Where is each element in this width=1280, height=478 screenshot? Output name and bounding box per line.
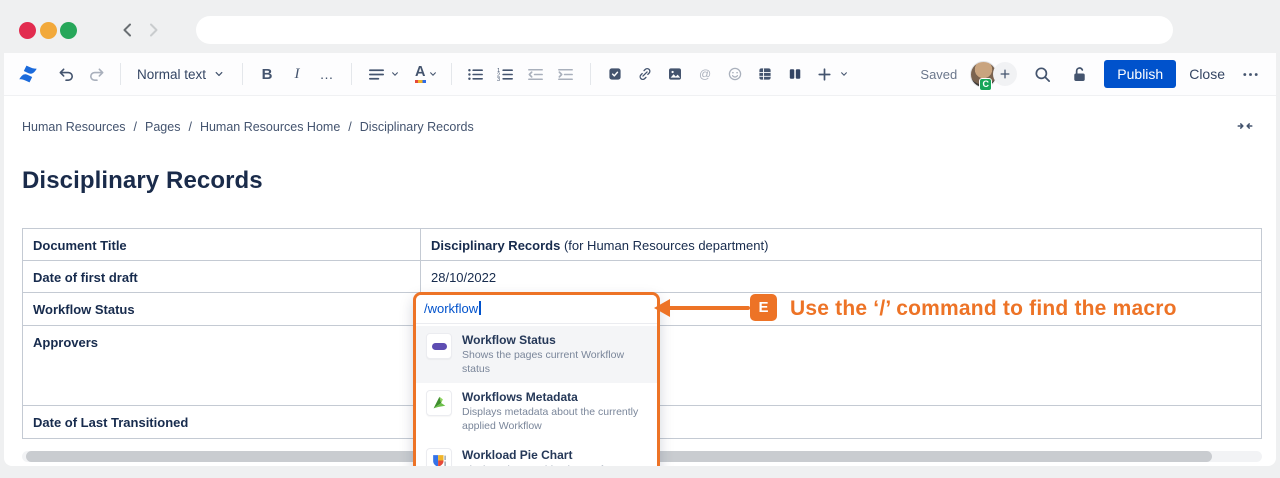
text-style-select[interactable]: Normal text bbox=[133, 64, 230, 85]
browser-chrome bbox=[0, 0, 1280, 53]
align-left-icon bbox=[364, 62, 388, 86]
confluence-editor-window: Normal text B I … A bbox=[4, 53, 1276, 466]
breadcrumb-separator: / bbox=[348, 120, 351, 134]
outdent-icon[interactable] bbox=[524, 62, 548, 86]
macro-menu-item-workload-pie-chart[interactable]: Workload Pie Chart Displays the matching… bbox=[416, 441, 657, 466]
window-zoom-icon[interactable] bbox=[60, 22, 77, 39]
slash-command-input[interactable]: /workflow bbox=[416, 295, 657, 323]
emoji-icon[interactable] bbox=[723, 62, 747, 86]
publish-button[interactable]: Publish bbox=[1104, 60, 1176, 88]
macro-item-title: Workflow Status bbox=[462, 333, 647, 347]
table-row-value[interactable]: Disciplinary Records (for Human Resource… bbox=[421, 229, 1261, 260]
avatar-app-badge: C bbox=[979, 78, 992, 91]
layouts-icon[interactable] bbox=[783, 62, 807, 86]
bullet-list-icon[interactable] bbox=[464, 62, 488, 86]
macro-item-description: Shows the pages current Workflow status bbox=[462, 349, 647, 376]
undo-icon[interactable] bbox=[54, 62, 78, 86]
link-icon[interactable] bbox=[633, 62, 657, 86]
table-row: Date of first draft 28/10/2022 bbox=[23, 261, 1261, 293]
toolbar-separator bbox=[590, 63, 591, 85]
window-minimize-icon[interactable] bbox=[40, 22, 57, 39]
table-row-label: Workflow Status bbox=[23, 293, 421, 325]
insert-select[interactable] bbox=[813, 62, 850, 86]
chevron-down-icon bbox=[838, 68, 850, 80]
indent-icon[interactable] bbox=[554, 62, 578, 86]
table-row-label: Date of Last Transitioned bbox=[23, 406, 421, 438]
breadcrumb-separator: / bbox=[188, 120, 191, 134]
url-bar[interactable] bbox=[196, 16, 1173, 44]
table-row-label: Approvers bbox=[23, 326, 421, 405]
window-close-icon[interactable] bbox=[19, 22, 36, 39]
workflows-metadata-macro-icon bbox=[426, 390, 452, 416]
text-style-label: Normal text bbox=[137, 67, 206, 82]
macro-menu-item-workflows-metadata[interactable]: Workflows Metadata Displays metadata abo… bbox=[416, 383, 657, 440]
workload-pie-chart-macro-icon bbox=[426, 448, 452, 466]
text-color-icon: A bbox=[415, 65, 425, 84]
macro-menu-item-workflow-status[interactable]: Workflow Status Shows the pages current … bbox=[416, 326, 657, 383]
collapse-width-icon[interactable] bbox=[1236, 117, 1254, 135]
mention-icon[interactable] bbox=[693, 62, 717, 86]
unlock-icon[interactable] bbox=[1067, 62, 1091, 86]
annotation-arrow-line bbox=[668, 306, 750, 310]
macro-item-description: Displays the matching issues for a proje… bbox=[462, 464, 647, 466]
table-row-label: Document Title bbox=[23, 229, 421, 260]
text-color-select[interactable]: A bbox=[415, 65, 438, 84]
macro-item-title: Workload Pie Chart bbox=[462, 448, 647, 462]
breadcrumb-item-pages[interactable]: Pages bbox=[145, 120, 180, 134]
text-cursor bbox=[479, 301, 481, 315]
breadcrumb: Human Resources / Pages / Human Resource… bbox=[4, 96, 1276, 134]
annotation-step-badge: E bbox=[750, 294, 777, 321]
macro-menu: Workflow Status Shows the pages current … bbox=[416, 323, 657, 466]
macro-suggestion-panel: /workflow Workflow Status Shows the page… bbox=[413, 292, 660, 466]
collaborators: C bbox=[970, 61, 1017, 88]
task-list-icon[interactable] bbox=[603, 62, 627, 86]
breadcrumb-item-space[interactable]: Human Resources bbox=[22, 120, 126, 134]
search-icon[interactable] bbox=[1030, 62, 1054, 86]
table-icon[interactable] bbox=[753, 62, 777, 86]
breadcrumb-separator: / bbox=[134, 120, 137, 134]
annotation-text: Use the ‘/’ command to find the macro bbox=[790, 297, 1177, 321]
more-actions-icon[interactable] bbox=[1238, 62, 1262, 86]
value-rest-part: (for Human Resources department) bbox=[560, 238, 768, 253]
value-bold-part: Disciplinary Records bbox=[431, 238, 560, 253]
editor-toolbar: Normal text B I … A bbox=[4, 53, 1276, 96]
macro-item-title: Workflows Metadata bbox=[462, 390, 647, 404]
invite-button[interactable] bbox=[993, 62, 1017, 86]
toolbar-separator bbox=[120, 63, 121, 85]
macro-item-description: Displays metadata about the currently ap… bbox=[462, 406, 647, 433]
table-row-label: Date of first draft bbox=[23, 261, 421, 292]
toolbar-separator bbox=[451, 63, 452, 85]
save-status: Saved bbox=[920, 67, 957, 82]
breadcrumb-item-home[interactable]: Human Resources Home bbox=[200, 120, 340, 134]
chevron-down-icon bbox=[212, 67, 226, 81]
italic-button[interactable]: I bbox=[285, 62, 309, 86]
table-row: Document Title Disciplinary Records (for… bbox=[23, 229, 1261, 261]
chevron-down-icon bbox=[427, 68, 439, 80]
toolbar-separator bbox=[351, 63, 352, 85]
browser-forward-icon[interactable] bbox=[143, 20, 163, 40]
breadcrumb-item-current[interactable]: Disciplinary Records bbox=[360, 120, 474, 134]
bold-button[interactable]: B bbox=[255, 62, 279, 86]
more-formatting-icon[interactable]: … bbox=[315, 62, 339, 86]
chevron-down-icon bbox=[389, 68, 401, 80]
alignment-select[interactable] bbox=[364, 62, 401, 86]
workflow-status-macro-icon bbox=[426, 333, 452, 359]
redo-icon[interactable] bbox=[84, 62, 108, 86]
table-row-value[interactable]: 28/10/2022 bbox=[421, 261, 1261, 292]
browser-back-icon[interactable] bbox=[118, 20, 138, 40]
numbered-list-icon[interactable] bbox=[494, 62, 518, 86]
toolbar-separator bbox=[242, 63, 243, 85]
image-icon[interactable] bbox=[663, 62, 687, 86]
page-title: Disciplinary Records bbox=[4, 134, 1276, 195]
slash-command-text: /workflow bbox=[424, 301, 478, 316]
plus-icon bbox=[813, 62, 837, 86]
close-button[interactable]: Close bbox=[1189, 66, 1225, 82]
confluence-logo bbox=[16, 62, 42, 86]
